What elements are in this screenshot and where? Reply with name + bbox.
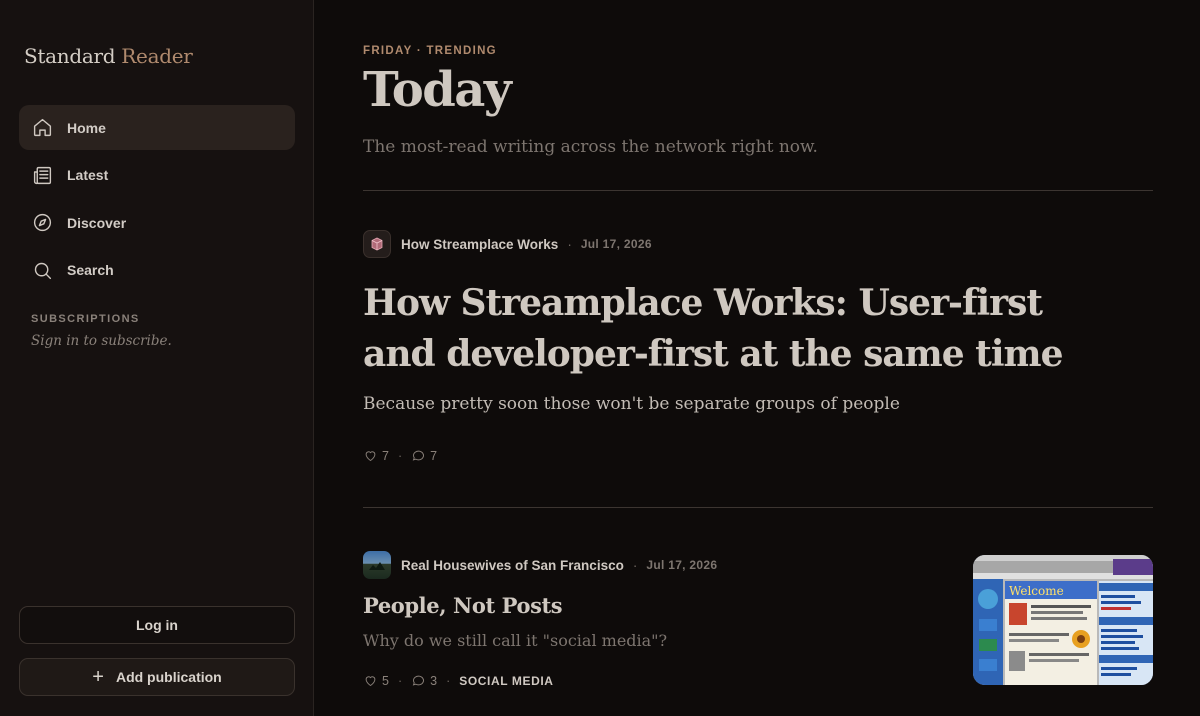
comment-count: 7 <box>430 448 438 463</box>
comment-count: 3 <box>430 673 438 688</box>
sidebar-item-latest[interactable]: Latest <box>19 153 295 198</box>
publication-logo-icon[interactable] <box>363 551 391 579</box>
publication-name[interactable]: How Streamplace Works <box>401 237 558 252</box>
thumbnail-text: Welcome <box>1009 584 1064 598</box>
article-publication: Real Housewives of San Francisco · Jul 1… <box>363 551 717 579</box>
separator-dot: · <box>632 557 638 573</box>
comment-icon <box>412 450 425 461</box>
article-divider <box>363 507 1153 508</box>
sidebar-item-discover[interactable]: Discover <box>19 200 295 245</box>
article-date: Jul 17, 2026 <box>646 558 718 572</box>
add-publication-label: Add publication <box>115 669 222 685</box>
article-title[interactable]: People, Not Posts <box>363 593 563 618</box>
article-subtitle: Because pretty soon those won't be separ… <box>363 394 900 414</box>
article-publication: How Streamplace Works · Jul 17, 2026 <box>363 230 652 258</box>
sidebar-item-label: Home <box>67 119 106 136</box>
article-meta: 7 · 7 <box>363 448 437 463</box>
heart-icon <box>365 451 376 462</box>
article-tag[interactable]: SOCIAL MEDIA <box>459 674 553 688</box>
page-subtitle: The most-read writing across the network… <box>363 137 818 157</box>
brand-logo[interactable]: Standard Reader <box>24 44 193 68</box>
article-thumbnail[interactable]: Welcome <box>973 555 1153 685</box>
compass-icon <box>31 212 53 234</box>
sidebar-item-search[interactable]: Search <box>19 248 295 293</box>
article-meta: 5 · 3 · SOCIAL MEDIA <box>363 673 554 688</box>
heart-icon <box>365 676 376 687</box>
comment-button[interactable]: 3 <box>411 673 437 688</box>
header-divider <box>363 190 1153 191</box>
article-date: Jul 17, 2026 <box>580 237 652 251</box>
sidebar-item-label: Latest <box>67 167 109 183</box>
separator-dot: · <box>567 236 572 252</box>
like-count: 5 <box>382 673 389 688</box>
thumbnail-image: Welcome <box>973 555 1153 685</box>
newspaper-icon <box>31 164 53 186</box>
sidebar-nav: Home Latest Discover Search <box>19 105 295 295</box>
search-icon <box>31 259 53 281</box>
login-button[interactable]: Log in <box>19 606 295 644</box>
article-title-line: How Streamplace Works: User-first <box>363 282 1043 324</box>
brand-name-part2: Reader <box>121 44 193 68</box>
subscriptions-heading: SUBSCRIPTIONS <box>31 313 140 325</box>
like-count: 7 <box>382 448 389 463</box>
separator-dot: · <box>446 673 451 688</box>
home-icon <box>31 117 53 139</box>
sidebar: Standard Reader Home Latest Discover Sea… <box>0 0 314 716</box>
publication-name[interactable]: Real Housewives of San Francisco <box>401 558 624 573</box>
publication-logo-icon[interactable] <box>363 230 391 258</box>
add-publication-button[interactable]: + Add publication <box>19 658 295 696</box>
subscriptions-hint: Sign in to subscribe. <box>31 333 172 349</box>
separator-dot: · <box>397 448 403 463</box>
plus-icon: + <box>92 666 104 688</box>
sidebar-item-home[interactable]: Home <box>19 105 295 150</box>
page-eyebrow: FRIDAY · TRENDING <box>363 45 497 57</box>
comment-icon <box>412 675 425 686</box>
like-button[interactable]: 5 <box>363 673 389 688</box>
page-title: Today <box>363 62 512 118</box>
login-button-label: Log in <box>136 617 178 633</box>
article-title[interactable]: How Streamplace Works: User-first and de… <box>363 278 1063 380</box>
separator-dot: · <box>397 673 403 688</box>
brand-name-part1: Standard <box>24 44 116 68</box>
sidebar-item-label: Discover <box>67 214 127 231</box>
sidebar-item-label: Search <box>67 262 114 278</box>
article-title-line: and developer-first at the same time <box>363 333 1063 375</box>
like-button[interactable]: 7 <box>363 448 389 463</box>
comment-button[interactable]: 7 <box>411 448 437 463</box>
article-subtitle: Why do we still call it "social media"? <box>363 631 668 650</box>
